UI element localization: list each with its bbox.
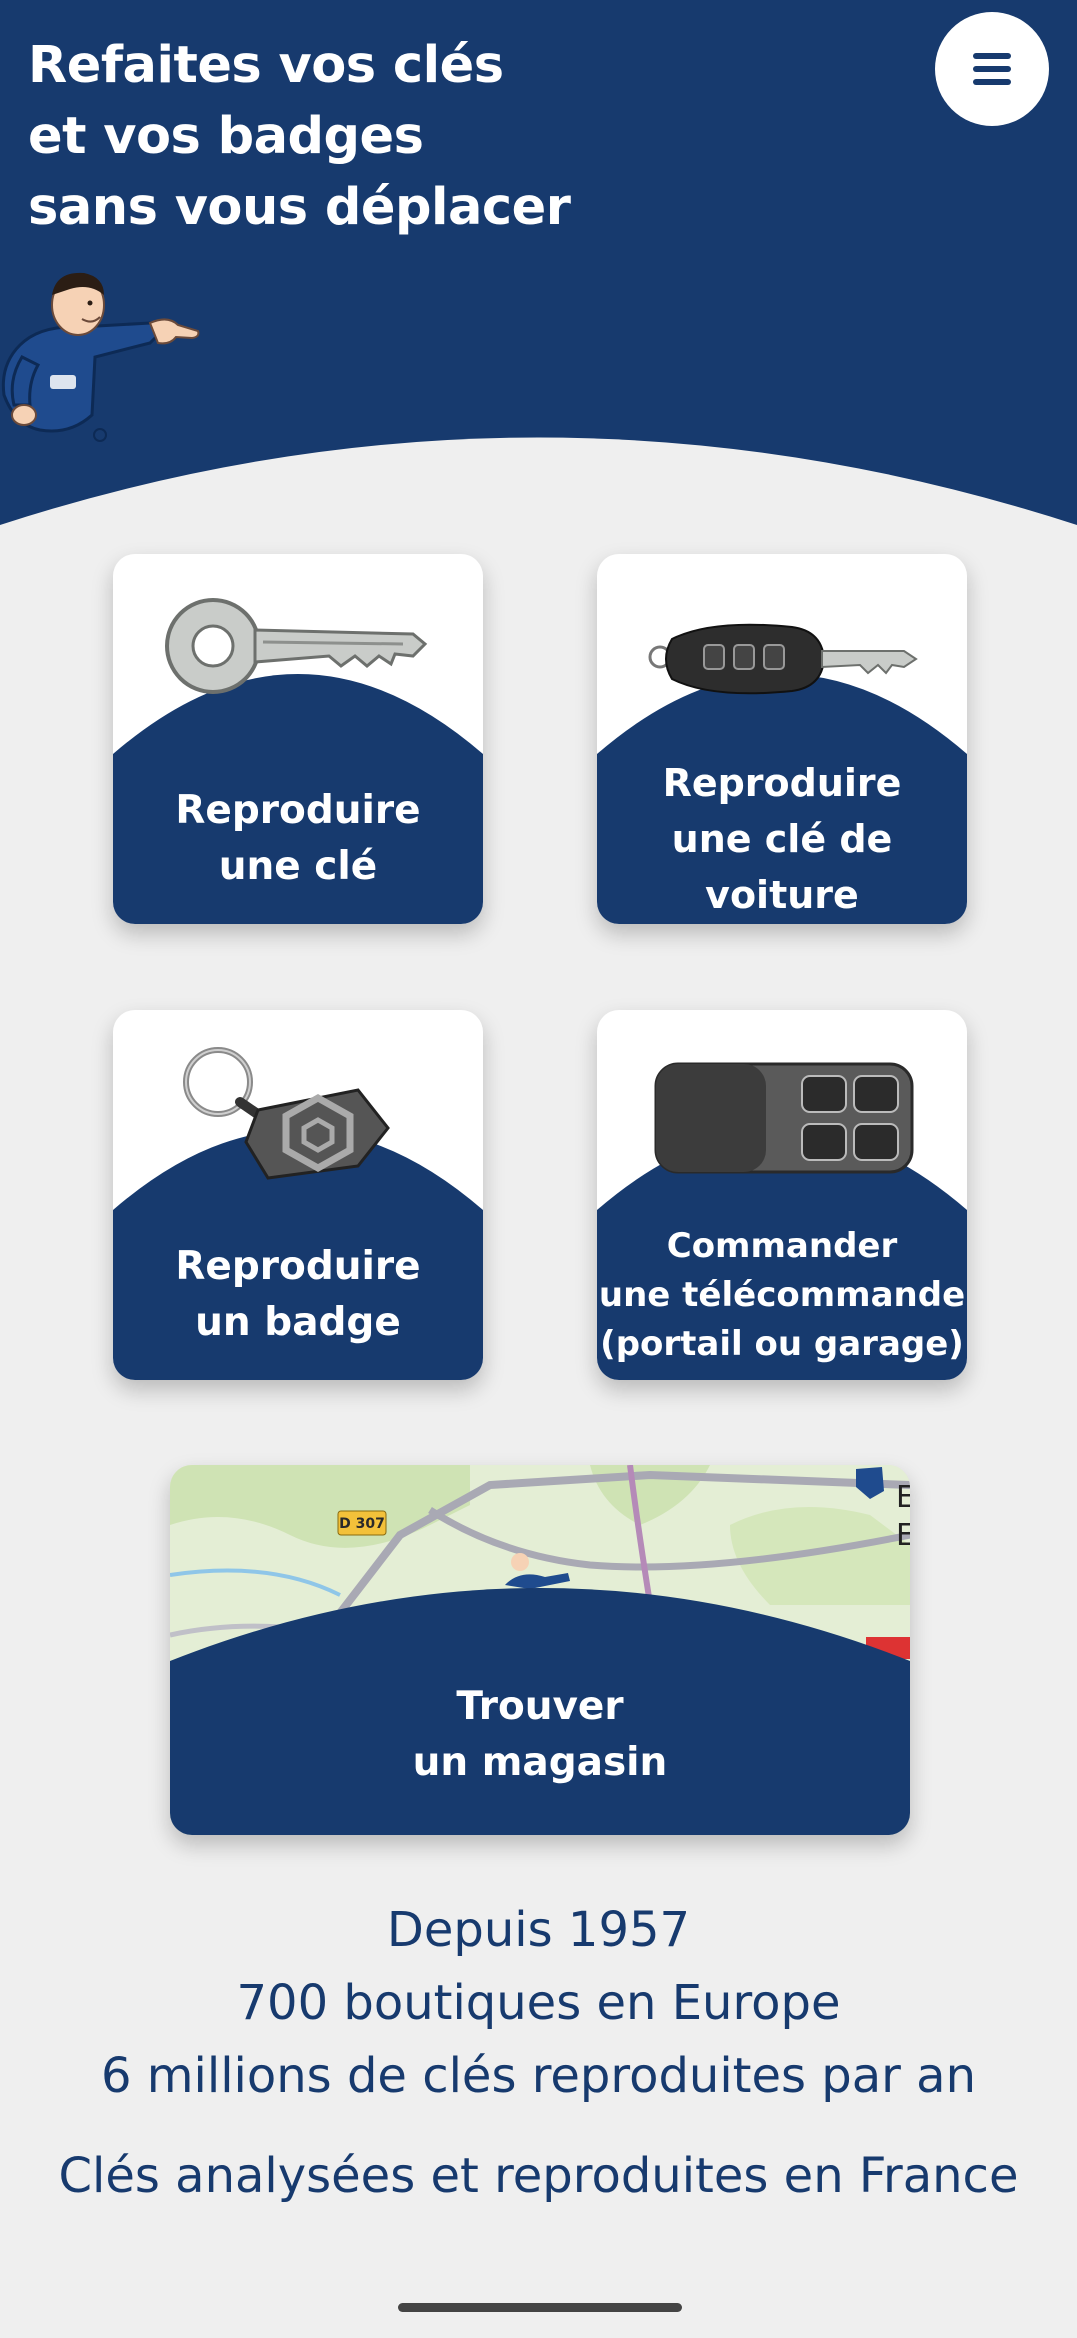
card-label-line: une clé: [218, 844, 378, 889]
card-label-line: un magasin: [412, 1740, 668, 1785]
card-label-line: une clé de voiture: [671, 817, 893, 917]
map-road-label: D 307: [339, 1516, 385, 1532]
made-in-france-text: Clés analysées et reproduites en France: [58, 2148, 1019, 2204]
map-edge-letter: E: [896, 1518, 910, 1553]
card-label: Reproduire une clé de voiture: [597, 754, 967, 924]
stat-line: Depuis 1957: [386, 1902, 691, 1958]
card-label: Commander une télécommande (portail ou g…: [597, 1204, 967, 1380]
title-line: Refaites vos clés: [28, 36, 504, 95]
gate-remote-image: [654, 1062, 914, 1174]
order-remote-card[interactable]: Commander une télécommande (portail ou g…: [597, 1010, 967, 1380]
hero-curve: [0, 437, 1077, 530]
hamburger-icon: [973, 53, 1011, 85]
card-label-line: un badge: [195, 1300, 401, 1345]
company-stats: Depuis 1957 700 boutiques en Europe 6 mi…: [0, 1894, 1077, 2113]
find-store-card[interactable]: D 307 E E Trouver un magasin: [170, 1465, 910, 1835]
page-title: Refaites vos clés et vos badges sans vou…: [28, 30, 571, 243]
card-label-line: Reproduire: [662, 761, 902, 805]
card-label-line: une télécommande: [598, 1274, 966, 1315]
house-key-image: [165, 598, 428, 694]
menu-button[interactable]: [935, 12, 1049, 126]
card-label-line: (portail ou garage): [600, 1323, 964, 1364]
header-banner: Refaites vos clés et vos badges sans vou…: [0, 0, 1077, 530]
reproduce-badge-card[interactable]: Reproduire un badge: [113, 1010, 483, 1380]
stat-line: 700 boutiques en Europe: [236, 1975, 841, 2031]
stat-line: 6 millions de clés reproduites par an: [100, 2048, 976, 2104]
badge-fob-image: [183, 1047, 390, 1180]
card-label: Trouver un magasin: [170, 1635, 910, 1835]
car-key-image: [648, 623, 918, 695]
map-edge-letter: E: [896, 1480, 910, 1515]
card-label-line: Reproduire: [175, 788, 421, 833]
home-indicator[interactable]: [398, 2303, 682, 2312]
card-label: Reproduire une clé: [113, 754, 483, 924]
card-label-line: Commander: [666, 1225, 898, 1266]
card-label: Reproduire un badge: [113, 1210, 483, 1380]
card-label-line: Trouver: [456, 1684, 624, 1729]
title-line: sans vous déplacer: [28, 178, 571, 237]
title-line: et vos badges: [28, 107, 424, 166]
reproduce-car-key-card[interactable]: Reproduire une clé de voiture: [597, 554, 967, 924]
card-label-line: Reproduire: [175, 1244, 421, 1289]
reproduce-key-card[interactable]: Reproduire une clé: [113, 554, 483, 924]
